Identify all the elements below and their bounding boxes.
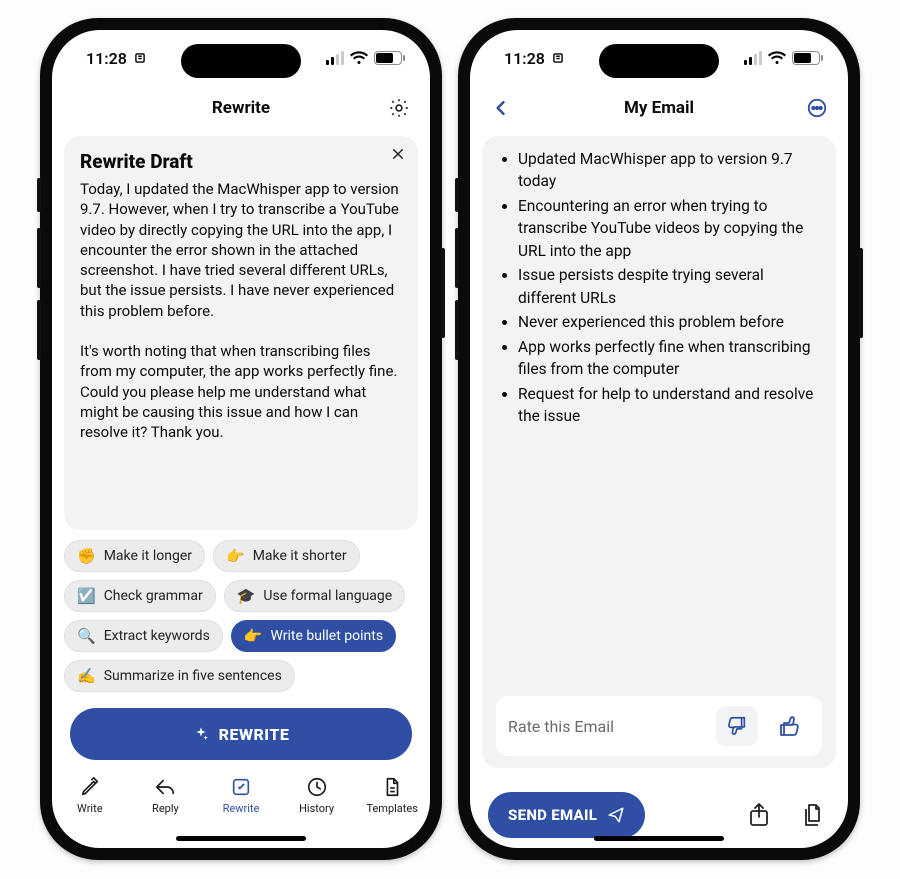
rewrite-button-label: REWRITE	[219, 725, 290, 744]
screen-right: 11:28 My Email	[470, 30, 848, 848]
bullet-item: Issue persists despite trying several di…	[518, 264, 822, 309]
battery-icon	[374, 51, 402, 65]
chip-label: Check grammar	[104, 588, 203, 604]
chip-label: Extract keywords	[104, 628, 210, 644]
tab-label: History	[299, 802, 334, 815]
send-email-label: SEND EMAIL	[508, 806, 597, 824]
chip-label: Write bullet points	[270, 628, 383, 644]
tab-templates[interactable]: Templates	[357, 774, 427, 815]
prompt-chip[interactable]: 👉 Make it shorter	[213, 540, 360, 572]
timer-icon	[551, 51, 565, 65]
send-icon	[607, 806, 625, 824]
settings-button[interactable]	[384, 93, 414, 123]
tab-reply[interactable]: Reply	[130, 774, 200, 815]
chip-label: Summarize in five sentences	[104, 668, 282, 684]
thumbs-up-button[interactable]	[768, 706, 810, 746]
home-indicator	[594, 836, 724, 841]
tab-label: Rewrite	[223, 802, 260, 815]
more-icon	[806, 97, 828, 119]
gear-icon	[388, 97, 410, 119]
reply-icon	[152, 774, 178, 800]
rewrite-icon	[228, 774, 254, 800]
bullet-list: Updated MacWhisper app to version 9.7 to…	[496, 148, 822, 430]
rate-label: Rate this Email	[508, 717, 614, 736]
chip-emoji-icon: 👉	[244, 629, 263, 644]
dynamic-island	[599, 44, 719, 78]
history-icon	[304, 774, 330, 800]
more-button[interactable]	[802, 93, 832, 123]
chip-label: Make it longer	[104, 548, 192, 564]
chip-emoji-icon: 👉	[226, 549, 245, 564]
card-title: Rewrite Draft	[80, 150, 402, 173]
share-icon	[747, 802, 771, 828]
close-button[interactable]	[390, 146, 406, 162]
prompt-chip[interactable]: ✍️ Summarize in five sentences	[64, 660, 295, 692]
prompt-chip[interactable]: ☑️ Check grammar	[64, 580, 216, 612]
cellular-icon	[744, 51, 762, 65]
wifi-icon	[350, 51, 368, 65]
battery-icon	[792, 51, 820, 65]
templates-icon	[379, 774, 405, 800]
tab-history[interactable]: History	[282, 774, 352, 815]
sparkle-icon	[193, 726, 209, 742]
status-time: 11:28	[504, 49, 545, 68]
bullet-item: Never experienced this problem before	[518, 311, 822, 333]
email-output-card: Updated MacWhisper app to version 9.7 to…	[482, 136, 836, 768]
tab-write[interactable]: Write	[55, 774, 125, 815]
nav-bar: My Email	[470, 86, 848, 130]
chip-label: Use formal language	[263, 588, 392, 604]
chip-label: Make it shorter	[253, 548, 347, 564]
prompt-chip[interactable]: 👉 Write bullet points	[231, 620, 396, 652]
close-icon	[390, 146, 406, 162]
tab-rewrite[interactable]: Rewrite	[206, 774, 276, 815]
phone-frame-left: 11:28 Rewrite	[40, 18, 442, 860]
page-title: Rewrite	[212, 98, 270, 118]
thumbs-up-icon	[777, 714, 801, 738]
nav-bar: Rewrite	[52, 86, 430, 130]
home-indicator	[176, 836, 306, 841]
draft-text[interactable]: Today, I updated the MacWhisper app to v…	[80, 179, 402, 442]
copy-button[interactable]	[796, 798, 830, 832]
back-button[interactable]	[486, 93, 516, 123]
dynamic-island	[181, 44, 301, 78]
bullet-item: Encountering an error when trying to tra…	[518, 195, 822, 262]
status-time: 11:28	[86, 49, 127, 68]
rewrite-button[interactable]: REWRITE	[70, 708, 412, 760]
tab-label: Templates	[366, 802, 417, 815]
page-title: My Email	[624, 98, 694, 118]
tab-label: Write	[77, 802, 102, 815]
prompt-chip[interactable]: 🔍 Extract keywords	[64, 620, 223, 652]
write-icon	[77, 774, 103, 800]
chip-emoji-icon: ✊	[77, 549, 96, 564]
send-email-button[interactable]: SEND EMAIL	[488, 792, 645, 838]
phone-frame-right: 11:28 My Email	[458, 18, 860, 860]
chip-emoji-icon: ☑️	[77, 589, 96, 604]
chip-emoji-icon: ✍️	[77, 669, 96, 684]
bullet-item: App works perfectly fine when transcribi…	[518, 336, 822, 381]
bullet-item: Updated MacWhisper app to version 9.7 to…	[518, 148, 822, 193]
action-bar: SEND EMAIL	[482, 778, 836, 838]
chevron-left-icon	[491, 98, 511, 118]
cellular-icon	[326, 51, 344, 65]
chip-emoji-icon: 🔍	[77, 629, 96, 644]
chip-emoji-icon: 🎓	[237, 589, 256, 604]
screen-left: 11:28 Rewrite	[52, 30, 430, 848]
prompt-chip[interactable]: 🎓 Use formal language	[224, 580, 405, 612]
copy-icon	[801, 802, 825, 828]
tab-label: Reply	[152, 802, 179, 815]
share-button[interactable]	[742, 798, 776, 832]
wifi-icon	[768, 51, 786, 65]
prompt-chip-list: ✊ Make it longer 👉 Make it shorter ☑️ Check g…	[64, 540, 418, 692]
prompt-chip[interactable]: ✊ Make it longer	[64, 540, 205, 572]
rewrite-draft-card: Rewrite Draft Today, I updated the MacWh…	[64, 136, 418, 530]
thumbs-down-button[interactable]	[716, 706, 758, 746]
timer-icon	[133, 51, 147, 65]
thumbs-down-icon	[726, 715, 748, 737]
bullet-item: Request for help to understand and resol…	[518, 383, 822, 428]
rate-panel: Rate this Email	[496, 696, 822, 756]
